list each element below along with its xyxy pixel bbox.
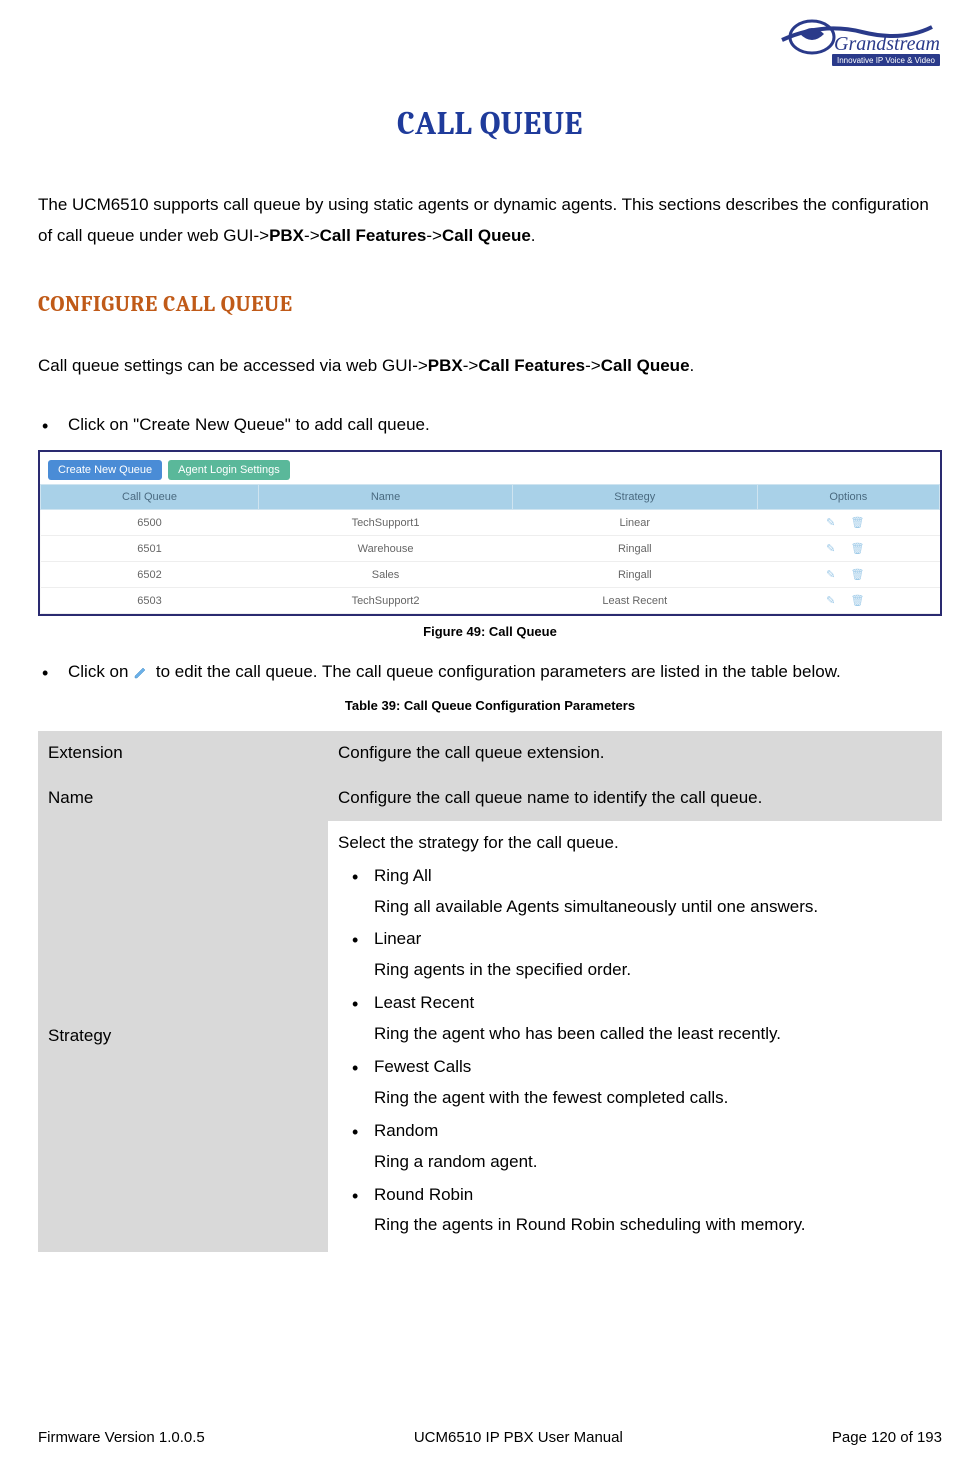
body-paragraph: Call queue settings can be accessed via … [38,351,942,382]
footer-page-number: Page 120 of 193 [832,1429,942,1446]
section-heading: CONFIGURE CALL QUEUE [38,291,942,317]
footer-manual-title: UCM6510 IP PBX User Manual [414,1429,623,1446]
col-name: Name [259,485,513,510]
call-queue-table: Call Queue Name Strategy Options 6500Tec… [40,484,940,614]
param-label: Name [38,776,328,821]
bullet-create-queue: Click on "Create New Queue" to add call … [38,410,942,441]
list-item-desc: Ring a random agent. [348,1148,932,1177]
page-title: CALL QUEUE [38,105,942,142]
svg-text:Innovative IP Voice & Video: Innovative IP Voice & Video [837,56,936,65]
list-item-desc: Ring the agent who has been called the l… [348,1020,932,1049]
list-item: Linear [348,925,932,954]
table-row: 6503TechSupport2Least Recent✎ 🗑 [41,588,940,614]
list-item: Random [348,1117,932,1146]
param-label: Extension [38,731,328,776]
intro-paragraph: The UCM6510 supports call queue by using… [38,190,942,251]
list-item: Ring All [348,862,932,891]
bullet-edit-queue: Click on to edit the call queue. The cal… [38,657,942,688]
footer-firmware: Firmware Version 1.0.0.5 [38,1429,205,1446]
list-item-desc: Ring the agents in Round Robin schedulin… [348,1211,932,1240]
list-item-desc: Ring agents in the specified order. [348,956,932,985]
svg-text:Grandstream: Grandstream [834,33,940,55]
col-strategy: Strategy [512,485,757,510]
col-options: Options [757,485,939,510]
create-new-queue-button: Create New Queue [48,460,162,480]
list-item-desc: Ring all available Agents simultaneously… [348,893,932,922]
param-label: Strategy [38,821,328,1253]
table-row: 6500TechSupport1Linear✎ 🗑 [41,510,940,536]
list-item: Fewest Calls [348,1053,932,1082]
brand-logo: Grandstream Innovative IP Voice & Video [772,12,942,72]
list-item: Round Robin [348,1181,932,1210]
table-caption: Table 39: Call Queue Configuration Param… [38,698,942,713]
list-item: Least Recent [348,989,932,1018]
figure-screenshot: Create New Queue Agent Login Settings Ca… [38,450,942,616]
table-row: 6501WarehouseRingall✎ 🗑 [41,536,940,562]
parameters-table: Extension Configure the call queue exten… [38,731,942,1252]
col-call-queue: Call Queue [41,485,259,510]
param-desc: Configure the call queue name to identif… [328,776,942,821]
param-desc: Configure the call queue extension. [328,731,942,776]
page-footer: Firmware Version 1.0.0.5 UCM6510 IP PBX … [38,1429,942,1446]
param-desc: Select the strategy for the call queue. … [328,821,942,1253]
agent-login-settings-button: Agent Login Settings [168,460,290,480]
figure-caption: Figure 49: Call Queue [38,624,942,639]
list-item-desc: Ring the agent with the fewest completed… [348,1084,932,1113]
table-row: 6502SalesRingall✎ 🗑 [41,562,940,588]
pencil-icon [133,659,151,673]
